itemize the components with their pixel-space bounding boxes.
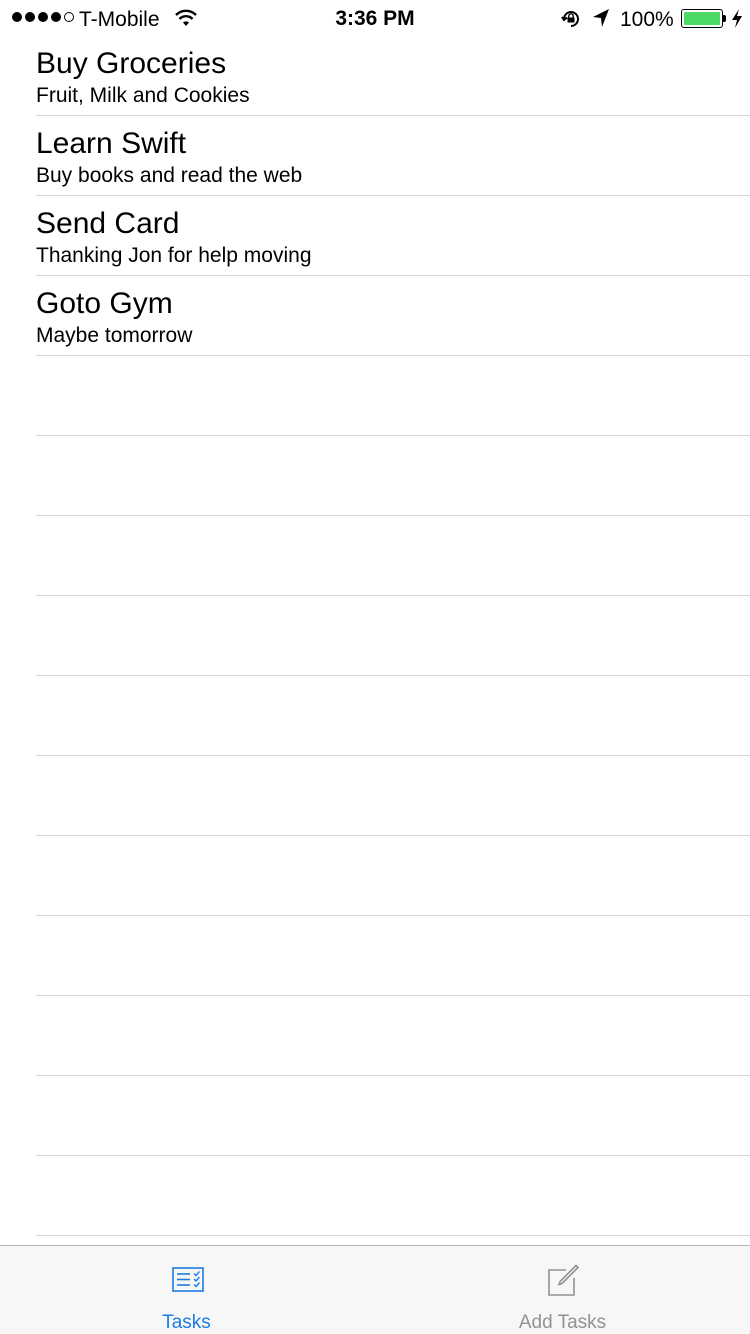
empty-row: [36, 356, 750, 436]
task-title: Learn Swift: [36, 127, 187, 160]
empty-row: [36, 1076, 750, 1156]
checklist-icon: [172, 1267, 204, 1292]
task-subtitle: Maybe tomorrow: [36, 324, 193, 347]
tab-tasks[interactable]: Tasks: [0, 1246, 375, 1334]
tab-tasks-label: Tasks: [162, 1312, 211, 1333]
battery-percent: 100%: [620, 8, 674, 31]
task-row[interactable]: Send Card Thanking Jon for help moving: [36, 196, 750, 276]
empty-row: [36, 1156, 750, 1236]
screen: T-Mobile 3:36 PM 100% Buy Groceries Frui: [0, 0, 750, 1334]
tab-add-tasks[interactable]: Add Tasks: [375, 1246, 750, 1334]
compose-icon: [548, 1264, 579, 1296]
task-row[interactable]: Buy Groceries Fruit, Milk and Cookies: [36, 36, 750, 116]
empty-row: [36, 516, 750, 596]
status-bar: T-Mobile 3:36 PM 100%: [0, 0, 750, 40]
tab-add-tasks-label: Add Tasks: [518, 1312, 607, 1333]
battery-icon: [681, 9, 723, 28]
task-title: Buy Groceries: [36, 47, 227, 80]
task-row[interactable]: Goto Gym Maybe tomorrow: [36, 276, 750, 356]
task-row[interactable]: Learn Swift Buy books and read the web: [36, 116, 750, 196]
task-list: Buy Groceries Fruit, Milk and Cookies Le…: [0, 36, 750, 1236]
empty-row: [36, 836, 750, 916]
battery-tip: [723, 15, 726, 22]
tab-bar: Tasks Add Tasks: [0, 1245, 750, 1334]
location-arrow-icon: [593, 9, 609, 27]
battery-level: [684, 12, 720, 25]
task-subtitle: Buy books and read the web: [36, 164, 303, 187]
task-title: Send Card: [36, 207, 180, 240]
task-title: Goto Gym: [36, 287, 173, 320]
task-subtitle: Fruit, Milk and Cookies: [36, 84, 250, 107]
task-subtitle: Thanking Jon for help moving: [36, 244, 312, 267]
rotation-lock-icon: [561, 11, 579, 27]
empty-row: [36, 916, 750, 996]
empty-row: [36, 996, 750, 1076]
empty-row: [36, 436, 750, 516]
charging-bolt-icon: [732, 9, 742, 28]
empty-row: [36, 676, 750, 756]
empty-row: [36, 596, 750, 676]
empty-row: [36, 756, 750, 836]
